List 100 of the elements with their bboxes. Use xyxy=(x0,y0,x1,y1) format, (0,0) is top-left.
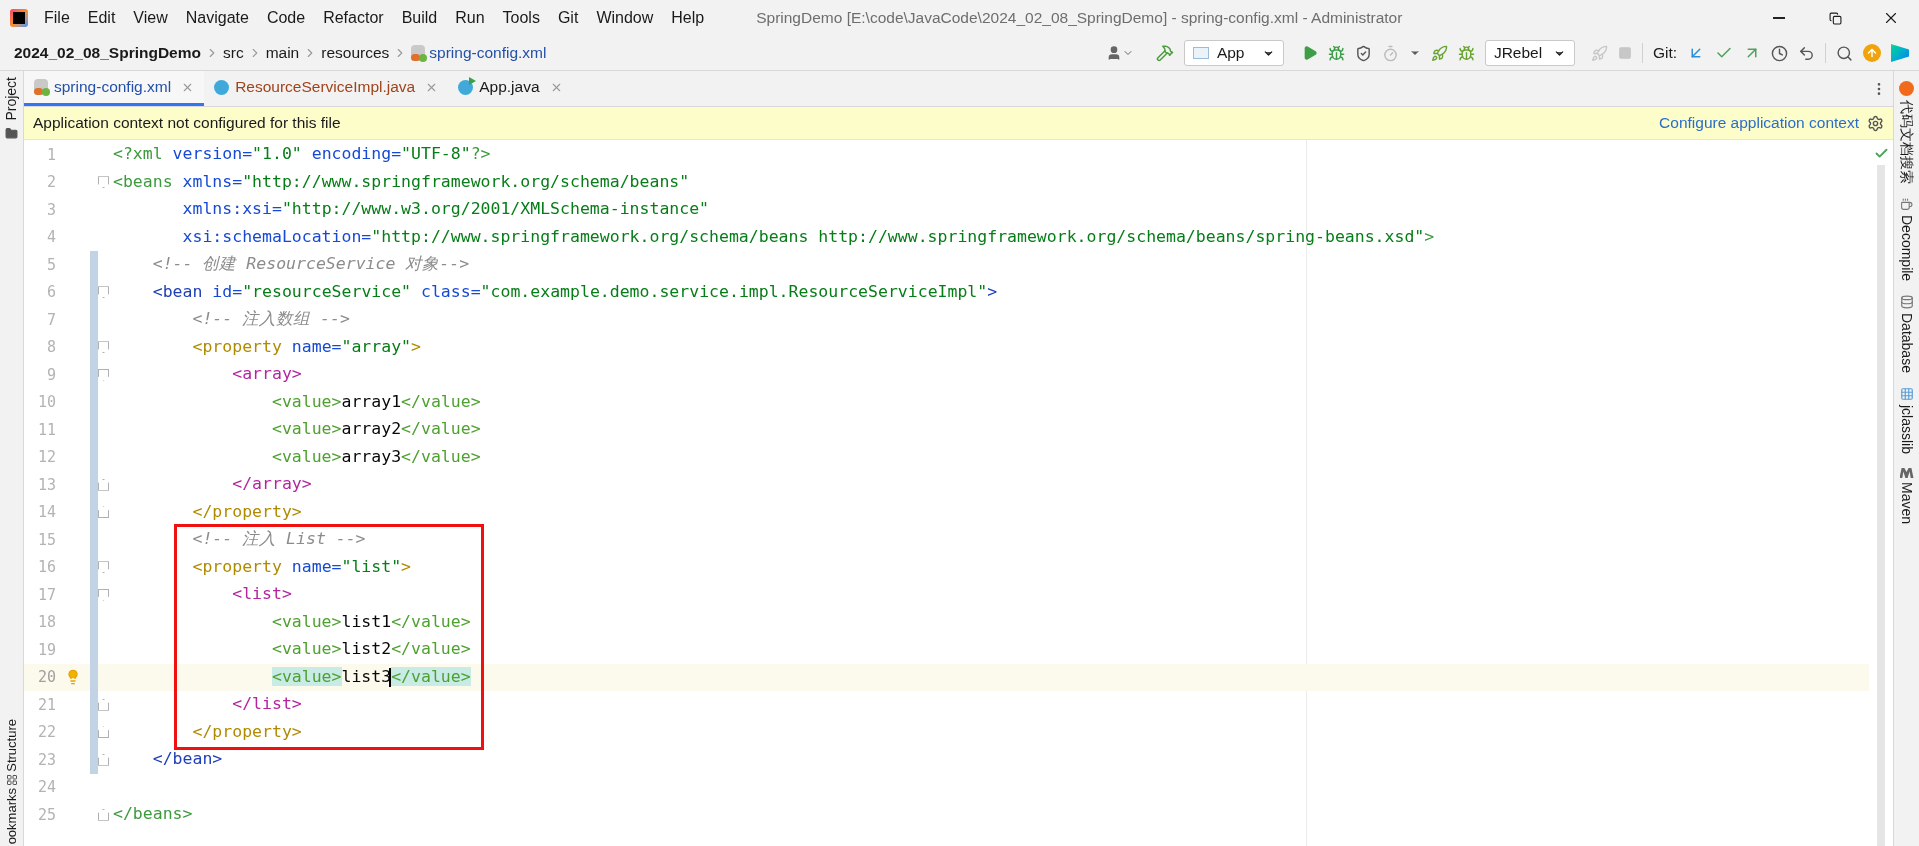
inspection-ok-icon xyxy=(1873,146,1889,161)
editor-tab[interactable]: ResourceServiceImpl.java xyxy=(204,71,449,106)
line-number: 22 xyxy=(36,722,56,743)
menu-item[interactable]: Window xyxy=(596,6,654,30)
menu-item[interactable]: Tools xyxy=(502,6,540,30)
scrollbar-track[interactable] xyxy=(1877,165,1885,846)
window-title: SpringDemo [E:\code\JavaCode\2024_02_08_SpringDemo] - spring-config.xml - Administrator xyxy=(756,8,1403,29)
debug-icon[interactable] xyxy=(1327,44,1345,62)
code-line: <?xml version="1.0" encoding="UTF-8"?> xyxy=(113,143,491,166)
line-number: 3 xyxy=(45,199,56,221)
menu-item[interactable]: Git xyxy=(557,6,579,30)
fold-end-marker-icon[interactable] xyxy=(98,726,109,739)
code-line: <!-- 创建 ResourceService 对象--> xyxy=(151,253,470,276)
line-number: 6 xyxy=(45,282,56,303)
runnable-class-icon xyxy=(458,79,474,95)
rocket-run-icon[interactable] xyxy=(1430,44,1448,62)
line-number: 13 xyxy=(36,474,56,496)
code-line: <value>list1</value> xyxy=(270,610,471,633)
menu-item[interactable]: File xyxy=(44,6,70,30)
fold-end-marker-icon[interactable] xyxy=(98,506,109,519)
code-line: <value>array3</value> xyxy=(270,445,481,468)
fold-marker-icon[interactable] xyxy=(98,176,109,189)
breadcrumb-item[interactable]: src xyxy=(222,41,244,65)
lightbulb-icon[interactable] xyxy=(65,669,81,686)
editor-tab[interactable]: spring-config.xml xyxy=(24,71,205,106)
code-line: </list> xyxy=(231,693,302,716)
tool-window-tab[interactable]: jclasslib xyxy=(1896,405,1917,455)
line-number: 21 xyxy=(36,694,56,716)
menu-item[interactable]: Navigate xyxy=(185,6,249,30)
fold-end-marker-icon[interactable] xyxy=(98,698,109,711)
minimize-icon xyxy=(1773,17,1785,19)
menu-item[interactable]: Build xyxy=(401,6,438,30)
coffee-cup-icon xyxy=(1900,198,1913,211)
code-line: <property name="list"> xyxy=(191,555,412,578)
code-line: xsi:schemaLocation="http://www.springframework.org/schema/beans http://www.springframework.org/schema/beans/spring-beans.xsd"> xyxy=(181,225,1435,248)
tool-window-tab[interactable]: Maven xyxy=(1896,482,1917,525)
rollback-icon[interactable] xyxy=(1798,44,1815,62)
editor-tab[interactable]: App.java xyxy=(448,71,573,106)
plugin-logo-icon[interactable] xyxy=(1891,44,1909,62)
line-number: 20 xyxy=(36,667,56,688)
breadcrumb-item[interactable]: main xyxy=(265,41,300,65)
search-icon[interactable] xyxy=(1836,44,1853,62)
line-number: 16 xyxy=(36,557,56,578)
code-line: <value>list2</value> xyxy=(270,638,471,661)
code-line: <value>list3</value> xyxy=(270,665,471,689)
tool-window-tab[interactable]: Project xyxy=(1,77,22,121)
code-line: </bean> xyxy=(151,748,223,771)
settings-icon[interactable] xyxy=(1867,114,1884,132)
tool-window-tab[interactable]: Decompile xyxy=(1896,215,1917,282)
fold-marker-icon[interactable] xyxy=(98,368,109,381)
menu-item[interactable]: Edit xyxy=(87,6,116,30)
menu-item[interactable]: Refactor xyxy=(323,6,384,30)
line-number: 24 xyxy=(36,777,56,798)
code-line: <list> xyxy=(231,583,292,606)
line-number: 18 xyxy=(36,612,56,633)
stop-icon[interactable] xyxy=(1617,46,1632,60)
fold-marker-icon[interactable] xyxy=(98,588,109,601)
xml-file-icon xyxy=(34,79,48,95)
fold-marker-icon[interactable] xyxy=(98,341,109,354)
code-line: <bean id="resourceService" class="com.example.demo.service.impl.ResourceServiceImpl"> xyxy=(151,280,998,303)
tool-window-tab[interactable]: Database xyxy=(1896,313,1917,374)
code-line: </array> xyxy=(231,473,312,496)
tool-window-tab[interactable]: Structure xyxy=(1,718,22,772)
git-label: Git: xyxy=(1652,43,1677,64)
class-icon xyxy=(214,79,230,95)
code-line: <!-- 注入数组 --> xyxy=(191,308,350,331)
menu-item[interactable]: Code xyxy=(266,6,306,30)
code-line: <value>array1</value> xyxy=(270,390,481,413)
history-icon[interactable] xyxy=(1771,44,1788,62)
breadcrumb-item[interactable]: spring-config.xml xyxy=(429,41,547,65)
line-number: 23 xyxy=(36,749,56,771)
breadcrumb-item[interactable]: 2024_02_08_SpringDemo xyxy=(14,41,201,65)
window-icon xyxy=(1192,47,1209,59)
tool-window-tab[interactable]: 代码文档搜索 xyxy=(1896,100,1917,184)
fold-end-marker-icon[interactable] xyxy=(98,478,109,491)
menu-item[interactable]: View xyxy=(133,6,168,30)
tool-window-tab[interactable]: ookmarks xyxy=(1,787,22,844)
fold-marker-icon[interactable] xyxy=(98,286,109,299)
breadcrumb-item[interactable]: resources xyxy=(321,41,390,65)
configure-link[interactable]: Configure application context xyxy=(1659,111,1859,135)
update-icon[interactable] xyxy=(1863,44,1881,62)
folder-icon xyxy=(5,126,18,140)
line-number: 5 xyxy=(45,254,56,276)
menu-item[interactable]: Run xyxy=(455,6,485,30)
xml-file-icon xyxy=(411,45,426,61)
fold-end-marker-icon[interactable] xyxy=(98,753,109,766)
code-line: <value>array2</value> xyxy=(270,418,481,441)
line-number: 25 xyxy=(36,804,56,826)
run-config-dropdown[interactable]: App xyxy=(1183,40,1284,66)
menu-item[interactable]: Help xyxy=(671,6,705,30)
jrebel-dropdown[interactable]: JRebel xyxy=(1484,40,1575,66)
line-number: 17 xyxy=(36,584,56,606)
code-line: <beans xmlns="http://www.springframework.org/schema/beans" xyxy=(113,170,690,193)
fold-marker-icon[interactable] xyxy=(98,561,109,574)
rocket-icon[interactable] xyxy=(1590,44,1608,62)
code-line: </property> xyxy=(191,720,302,743)
restore-icon xyxy=(1828,11,1842,25)
fold-end-marker-icon[interactable] xyxy=(98,808,109,821)
code-line: <!-- 注入 List --> xyxy=(191,528,366,551)
hammer-icon[interactable] xyxy=(1155,44,1174,62)
